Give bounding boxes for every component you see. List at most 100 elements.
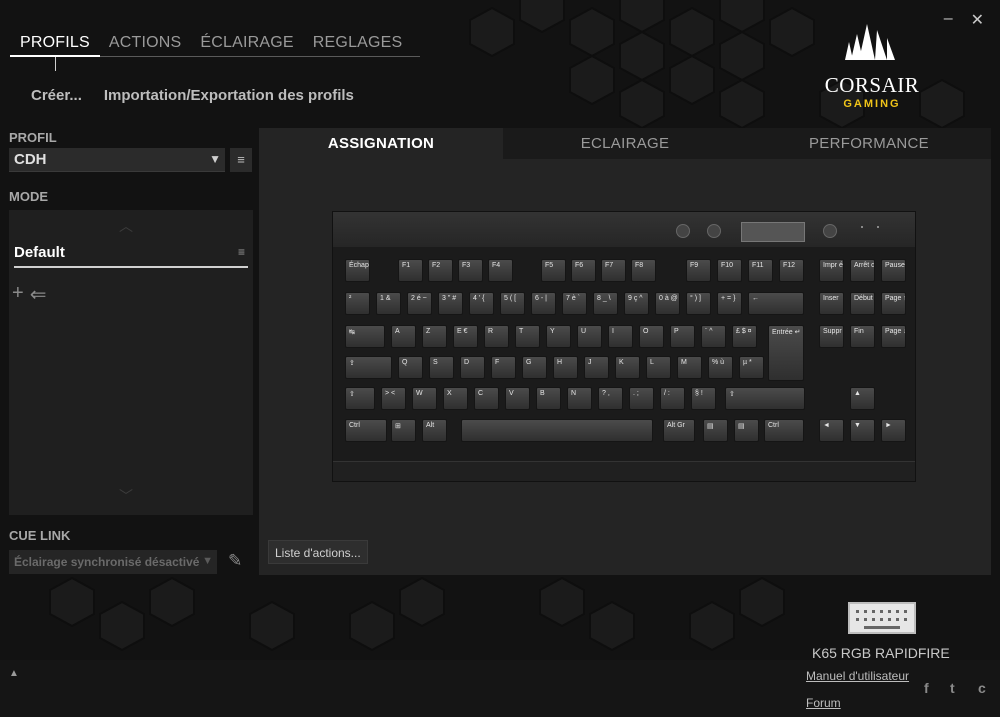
import-export-link[interactable]: Importation/Exportation des profils (104, 87, 354, 104)
keyboard-key[interactable]: K (615, 356, 640, 379)
keyboard-key[interactable]: % ù (708, 356, 733, 379)
create-profile-link[interactable]: Créer... (31, 87, 82, 104)
chevron-up-icon[interactable]: ︿ (119, 216, 133, 236)
keyboard-key[interactable]: G (522, 356, 547, 379)
keyboard-key[interactable]: R (484, 325, 509, 348)
keyboard-key[interactable]: 4 ' { (469, 292, 494, 315)
tab-eclairage[interactable]: ÉCLAIRAGE (190, 34, 302, 56)
keyboard-key[interactable]: Fin (850, 325, 875, 348)
volume-buttons[interactable] (741, 222, 805, 242)
keyboard-key[interactable]: F9 (686, 259, 711, 282)
tab-reglages[interactable]: REGLAGES (303, 34, 412, 56)
keyboard-key[interactable]: Q (398, 356, 423, 379)
minimize-button[interactable]: – (944, 10, 953, 30)
profile-select[interactable]: CDH ▼ (9, 148, 225, 172)
keyboard-key[interactable]: Entrée ↵ (768, 325, 804, 381)
mode-item-menu-icon[interactable]: ≡ (238, 245, 245, 259)
keyboard-key[interactable]: W (412, 387, 437, 410)
mute-button-icon[interactable] (823, 224, 837, 238)
keyboard-key[interactable]: ⇪ (345, 356, 392, 379)
keyboard-key[interactable]: N (567, 387, 592, 410)
facebook-icon[interactable]: f (924, 680, 929, 696)
keyboard-key[interactable]: ² (345, 292, 370, 315)
keyboard-key[interactable]: F1 (398, 259, 423, 282)
keyboard-key[interactable]: J (584, 356, 609, 379)
keyboard-key[interactable]: Arrêt défil (850, 259, 875, 282)
keyboard-key[interactable]: V (505, 387, 530, 410)
keyboard-key[interactable]: Ctrl (345, 419, 387, 442)
keyboard-key[interactable]: ⇧ (345, 387, 375, 410)
keyboard-key[interactable]: F10 (717, 259, 742, 282)
keyboard-key[interactable]: F12 (779, 259, 804, 282)
action-list-button[interactable]: Liste d'actions... (268, 540, 368, 564)
brightness-button-icon[interactable] (707, 224, 721, 238)
profile-menu-button[interactable]: ≡ (230, 148, 252, 172)
keyboard-key[interactable]: C (474, 387, 499, 410)
expand-up-icon[interactable]: ▲ (9, 668, 19, 679)
keyboard-key[interactable]: > < (381, 387, 406, 410)
keyboard-key[interactable]: ◄ (819, 419, 844, 442)
keyboard-key[interactable]: H (553, 356, 578, 379)
keyboard-key[interactable]: 9 ç ^ (624, 292, 649, 315)
keyboard-key[interactable]: Impr écran (819, 259, 844, 282)
keyboard-key[interactable]: 5 ( [ (500, 292, 525, 315)
keyboard-key[interactable]: ? , (598, 387, 623, 410)
chevron-down-icon[interactable]: ﹀ (119, 486, 133, 506)
keyboard-key[interactable]: 6 - | (531, 292, 556, 315)
keyboard-key[interactable]: 2 é ~ (407, 292, 432, 315)
keyboard-key[interactable]: ↹ (345, 325, 385, 348)
keyboard-key[interactable]: £ $ ¤ (732, 325, 757, 348)
keyboard-key[interactable]: D (460, 356, 485, 379)
add-mode-icon[interactable]: + (12, 282, 24, 307)
keyboard-key[interactable]: 1 & (376, 292, 401, 315)
manual-link[interactable]: Manuel d'utilisateur (806, 669, 909, 683)
keyboard-key[interactable]: F3 (458, 259, 483, 282)
keyboard-key[interactable]: L (646, 356, 671, 379)
lock-button-icon[interactable] (676, 224, 690, 238)
keyboard-key[interactable]: Alt Gr (663, 419, 695, 442)
mode-item-default[interactable]: Default ≡ (14, 244, 248, 266)
cue-link-select[interactable]: Éclairage synchronisé désactivé ▼ (9, 550, 217, 574)
keyboard-key[interactable]: Inser (819, 292, 844, 315)
keyboard-key[interactable]: Page ↓ (881, 325, 906, 348)
keyboard-key[interactable]: 3 " # (438, 292, 463, 315)
keyboard-key[interactable]: Début (850, 292, 875, 315)
tab-actions[interactable]: ACTIONS (99, 34, 191, 56)
forum-link[interactable]: Forum (806, 696, 841, 710)
keyboard-key[interactable]: ← (748, 292, 804, 315)
keyboard-key[interactable]: O (639, 325, 664, 348)
keyboard-key[interactable]: I (608, 325, 633, 348)
tab-profils[interactable]: PROFILS (10, 34, 99, 56)
keyboard-key[interactable]: T (515, 325, 540, 348)
keyboard-key[interactable]: X (443, 387, 468, 410)
keyboard-key[interactable]: U (577, 325, 602, 348)
keyboard-key[interactable]: ▤ (703, 419, 728, 442)
keyboard-key[interactable]: § ! (691, 387, 716, 410)
keyboard-key[interactable]: P (670, 325, 695, 348)
close-button[interactable]: ✕ (971, 10, 984, 30)
keyboard-key[interactable]: ° ) ] (686, 292, 711, 315)
keyboard-key[interactable]: ⊞ (391, 419, 416, 442)
keyboard-device-icon[interactable] (848, 602, 916, 634)
keyboard-key[interactable]: B (536, 387, 561, 410)
corsair-icon[interactable]: c (978, 680, 986, 696)
keyboard-key[interactable]: ▤ (734, 419, 759, 442)
keyboard-key[interactable]: Ctrl (764, 419, 804, 442)
tab-eclairage-sub[interactable]: ECLAIRAGE (503, 128, 747, 159)
keyboard-key[interactable]: / : (660, 387, 685, 410)
keyboard-key[interactable]: F7 (601, 259, 626, 282)
keyboard-key[interactable] (461, 419, 653, 442)
keyboard-key[interactable]: ▲ (850, 387, 875, 410)
keyboard-key[interactable]: Pause Attn (881, 259, 906, 282)
keyboard-key[interactable]: . ; (629, 387, 654, 410)
keyboard-key[interactable]: + = } (717, 292, 742, 315)
keyboard-key[interactable]: Z (422, 325, 447, 348)
keyboard-key[interactable]: F (491, 356, 516, 379)
keyboard-key[interactable]: F8 (631, 259, 656, 282)
keyboard-key[interactable]: F2 (428, 259, 453, 282)
keyboard-key[interactable]: Alt (422, 419, 447, 442)
keyboard-key[interactable]: ⇧ (725, 387, 805, 410)
keyboard-key[interactable]: F6 (571, 259, 596, 282)
keyboard-key[interactable]: 8 _ \ (593, 292, 618, 315)
keyboard-key[interactable]: Page ↑ (881, 292, 906, 315)
